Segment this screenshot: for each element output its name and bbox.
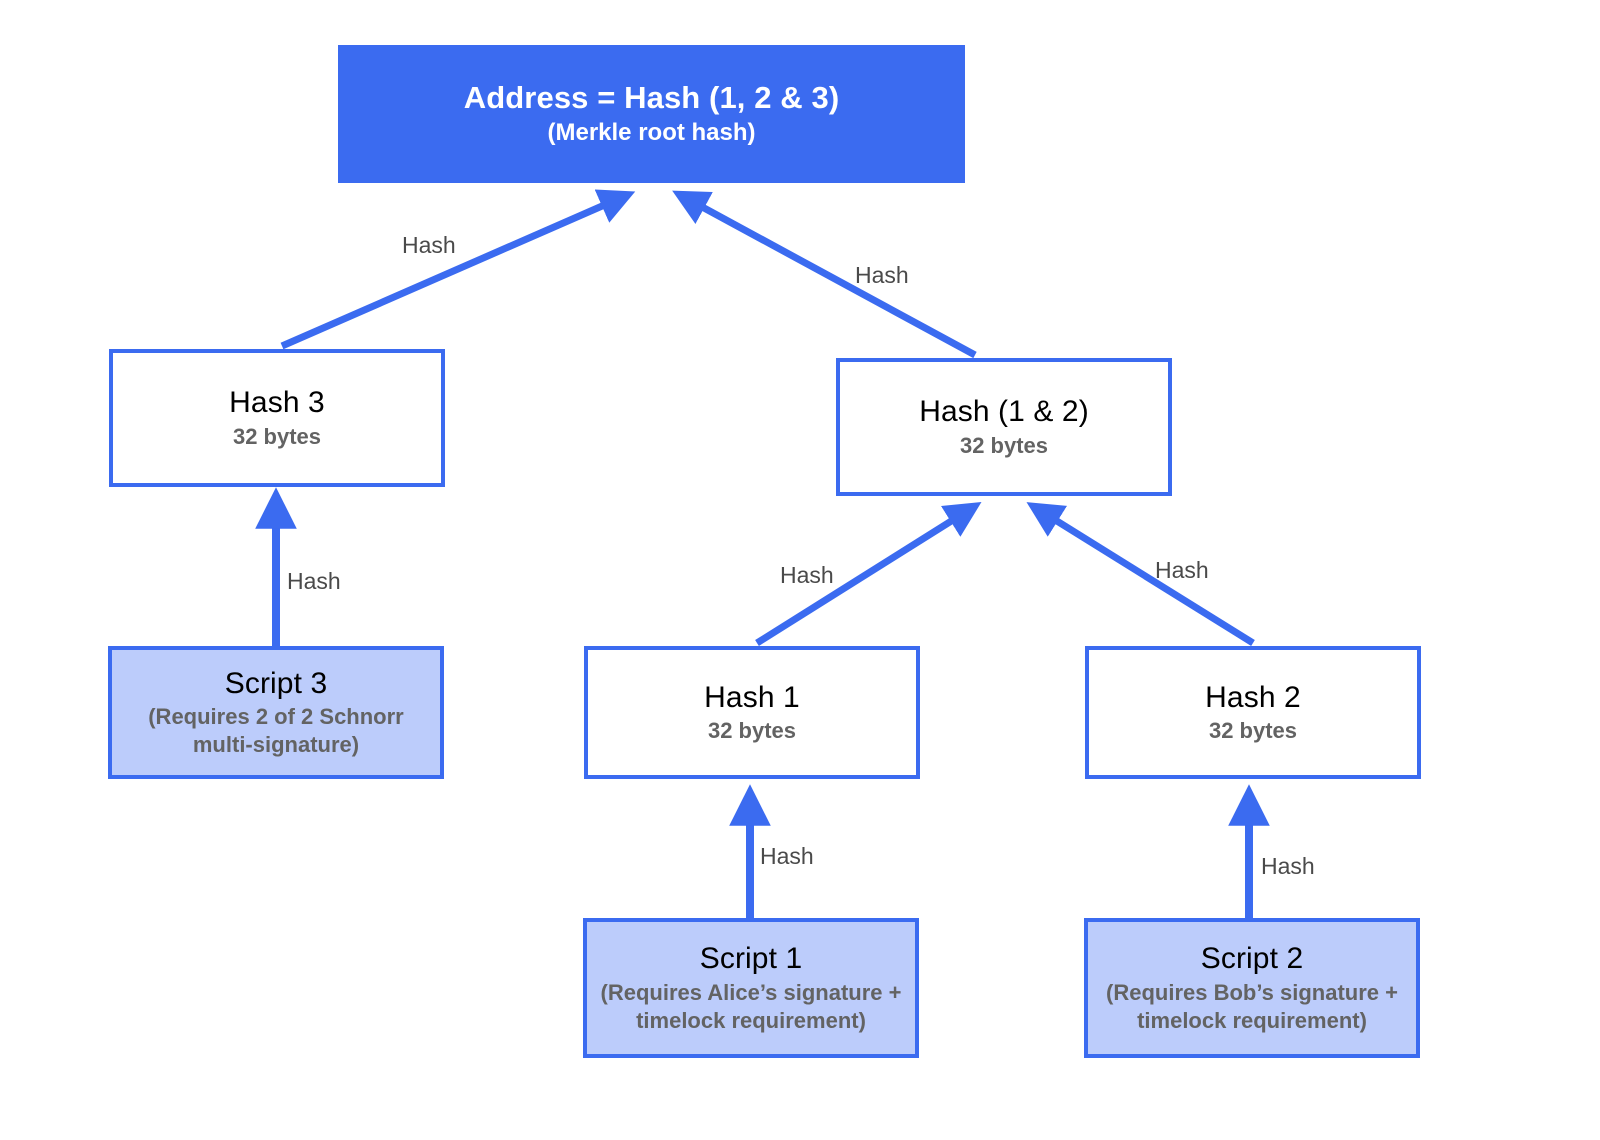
- node-hash2[interactable]: Hash 2 32 bytes: [1085, 646, 1421, 779]
- edge-label-hash1-to-hash12: Hash: [780, 562, 834, 588]
- edge-label-script2-to-hash2: Hash: [1261, 853, 1315, 879]
- edge-hash3-to-root: [280, 189, 636, 350]
- node-hash12[interactable]: Hash (1 & 2) 32 bytes: [836, 358, 1172, 496]
- node-subtitle: 32 bytes: [707, 718, 797, 744]
- node-title: Hash 1: [704, 680, 800, 714]
- node-title: Hash 2: [1205, 680, 1301, 714]
- node-script3[interactable]: Script 3 (Requires 2 of 2 Schnorr multi-…: [108, 646, 444, 779]
- edge-label-hash12-to-root: Hash: [855, 262, 909, 288]
- node-subtitle: 32 bytes: [1208, 718, 1298, 744]
- node-subtitle: (Merkle root hash): [547, 118, 756, 146]
- node-subtitle: (Requires Alice’s signature + timelock r…: [600, 979, 902, 1033]
- diagram-canvas: Address = Hash (1, 2 & 3) (Merkle root h…: [0, 0, 1600, 1140]
- node-title: Hash 3: [229, 386, 325, 420]
- edge-label-hash3-to-root: Hash: [402, 232, 456, 258]
- node-script1[interactable]: Script 1 (Requires Alice’s signature + t…: [583, 918, 919, 1058]
- node-title: Script 2: [1200, 942, 1304, 976]
- node-subtitle: 32 bytes: [232, 423, 322, 449]
- node-title: Script 1: [699, 942, 803, 976]
- node-title: Hash (1 & 2): [919, 395, 1089, 429]
- edge-hash2-to-hash12: [1026, 502, 1255, 646]
- node-subtitle: (Requires Bob’s signature + timelock req…: [1106, 979, 1398, 1033]
- node-merkle-root[interactable]: Address = Hash (1, 2 & 3) (Merkle root h…: [338, 45, 965, 183]
- node-title: Script 3: [224, 666, 328, 700]
- node-title: Address = Hash (1, 2 & 3): [463, 79, 840, 115]
- node-subtitle: 32 bytes: [959, 432, 1049, 458]
- edge-label-script1-to-hash1: Hash: [760, 843, 814, 869]
- edge-label-script3-to-hash3: Hash: [287, 568, 341, 594]
- edge-hash12-to-root: [672, 190, 977, 359]
- node-hash1[interactable]: Hash 1 32 bytes: [584, 646, 920, 779]
- edge-label-hash2-to-hash12: Hash: [1155, 557, 1209, 583]
- node-hash3[interactable]: Hash 3 32 bytes: [109, 349, 445, 487]
- node-subtitle: (Requires 2 of 2 Schnorr multi-signature…: [148, 704, 404, 758]
- node-script2[interactable]: Script 2 (Requires Bob’s signature + tim…: [1084, 918, 1420, 1058]
